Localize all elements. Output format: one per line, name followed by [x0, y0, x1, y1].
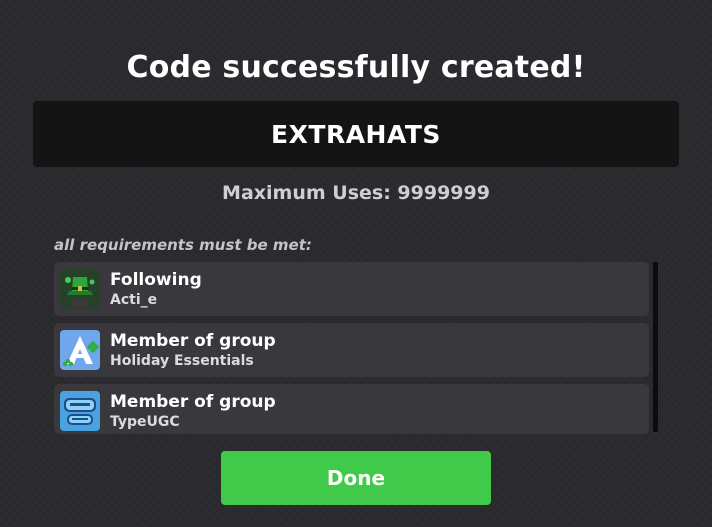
requirement-subtitle: Holiday Essentials: [110, 353, 254, 369]
hat-avatar-icon: [60, 269, 100, 309]
dialog-title: Code successfully created!: [126, 50, 586, 85]
code-display-box[interactable]: EXTRAHATS: [33, 101, 679, 167]
requirement-subtitle: TypeUGC: [110, 414, 180, 430]
done-button[interactable]: Done: [221, 451, 491, 505]
requirements-scrollbar[interactable]: [653, 262, 658, 432]
group-logo-holiday-essentials-icon: [60, 330, 100, 370]
code-created-dialog: Code successfully created! EXTRAHATS Max…: [0, 0, 712, 527]
requirements-label: all requirements must be met:: [54, 236, 312, 254]
requirement-item: Member of group TypeUGC: [54, 384, 649, 434]
requirement-title: Member of group: [110, 392, 276, 412]
requirement-subtitle: Acti_e: [110, 292, 158, 308]
group-logo-typeugc-icon: [60, 391, 100, 431]
requirement-item: Member of group Holiday Essentials: [54, 323, 649, 377]
requirement-title: Member of group: [110, 331, 276, 351]
code-value[interactable]: EXTRAHATS: [271, 120, 441, 149]
requirement-title: Following: [110, 270, 202, 290]
requirements-list[interactable]: Following Acti_e Member of group Holiday…: [54, 262, 649, 434]
max-uses-text: Maximum Uses: 9999999: [222, 182, 490, 204]
requirement-item: Following Acti_e: [54, 262, 649, 316]
